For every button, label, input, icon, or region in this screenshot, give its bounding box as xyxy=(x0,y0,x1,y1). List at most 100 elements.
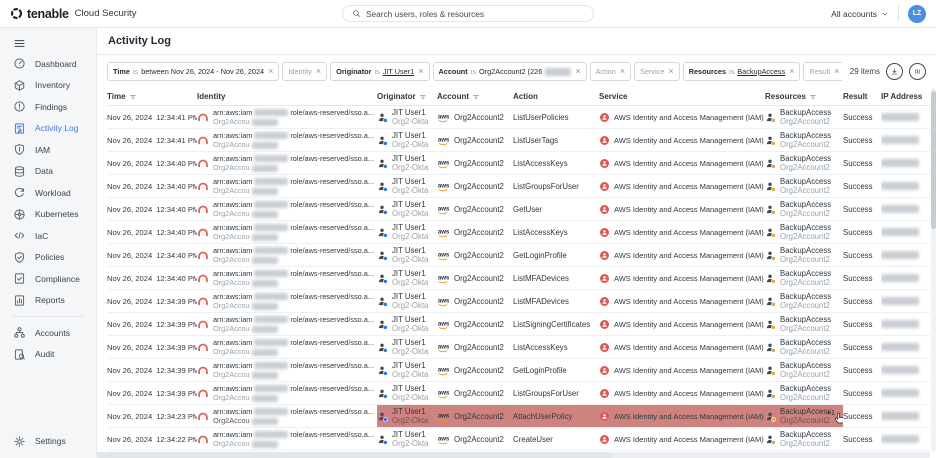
sidebar-item-compliance[interactable]: Compliance xyxy=(0,268,96,290)
table-row[interactable]: Nov 26, 2024 12:34:23 PM arn:aws:iam role… xyxy=(107,405,930,428)
filter-chip-resources[interactable]: Resources is BackupAccess × xyxy=(682,62,801,81)
sidebar-item-inventory[interactable]: Inventory xyxy=(0,75,96,97)
originator-user-icon xyxy=(377,250,388,261)
table-row[interactable]: Nov 26, 2024 12:34:40 PM arn:aws:iam role… xyxy=(107,244,930,267)
download-button[interactable] xyxy=(886,63,903,80)
column-header-action[interactable]: Action xyxy=(513,92,599,101)
sidebar-item-iam[interactable]: IAM xyxy=(0,139,96,161)
column-header-account[interactable]: Account xyxy=(437,92,513,101)
originator-user-icon xyxy=(377,112,388,123)
sidebar-item-data[interactable]: Data xyxy=(0,161,96,183)
filter-chip-account[interactable]: Account is Org2Account2 (226 × xyxy=(432,62,587,81)
sidebar-item-accounts[interactable]: Accounts xyxy=(0,322,96,344)
filter-chip-result[interactable]: Result × xyxy=(803,62,842,81)
horizontal-scrollbar[interactable] xyxy=(97,452,930,458)
table-row[interactable]: Nov 26, 2024 12:34:39 PM arn:aws:iam role… xyxy=(107,336,930,359)
resource-user-icon xyxy=(765,319,776,330)
sidebar-item-reports[interactable]: Reports xyxy=(0,290,96,312)
filter-icon[interactable] xyxy=(472,93,480,101)
filter-chip-service[interactable]: Service × xyxy=(634,62,680,81)
column-header-ip-address[interactable]: IP Address xyxy=(881,92,930,101)
event-time: 12:34:39 PM xyxy=(156,365,197,375)
global-search[interactable] xyxy=(342,5,594,22)
sidebar-item-kubernetes[interactable]: Kubernetes xyxy=(0,204,96,226)
aws-icon: aws xyxy=(437,112,450,123)
table-row[interactable]: Nov 26, 2024 12:34:40 PM arn:aws:iam role… xyxy=(107,267,930,290)
table-row[interactable]: Nov 26, 2024 12:34:22 PM arn:aws:iam role… xyxy=(107,428,930,451)
redacted-text xyxy=(251,348,278,356)
table-row[interactable]: Nov 26, 2024 12:34:40 PM arn:aws:iam role… xyxy=(107,198,930,221)
chip-label: Time xyxy=(113,67,130,76)
ip-cell xyxy=(881,129,930,151)
table-row[interactable]: Nov 26, 2024 12:34:39 PM arn:aws:iam role… xyxy=(107,313,930,336)
sidebar-item-policies[interactable]: Policies xyxy=(0,247,96,269)
sidebar-item-label: Settings xyxy=(35,436,66,447)
chip-close-icon[interactable]: × xyxy=(668,67,673,76)
sidebar-item-findings[interactable]: Findings xyxy=(0,96,96,118)
chip-close-icon[interactable]: × xyxy=(316,67,321,76)
table-row[interactable]: Nov 26, 2024 12:34:39 PM arn:aws:iam role… xyxy=(107,382,930,405)
table-row[interactable]: Nov 26, 2024 12:34:40 PM arn:aws:iam role… xyxy=(107,221,930,244)
originator-user-icon xyxy=(377,411,388,422)
vertical-scrollbar-thumb[interactable] xyxy=(931,91,936,229)
originator-user-icon xyxy=(377,135,388,146)
sidebar-item-workload[interactable]: Workload xyxy=(0,182,96,204)
redacted-text xyxy=(254,339,289,347)
filter-icon[interactable] xyxy=(129,93,137,101)
sidebar-item-settings[interactable]: Settings xyxy=(0,431,96,453)
filter-icon[interactable] xyxy=(809,93,817,101)
table-row[interactable]: Nov 26, 2024 12:34:40 PM arn:aws:iam role… xyxy=(107,175,930,198)
column-header-resources[interactable]: Resources xyxy=(765,92,843,101)
filter-chip-action[interactable]: Action × xyxy=(589,62,632,81)
ip-cell xyxy=(881,106,930,128)
action-name: ListAccessKeys xyxy=(513,342,568,352)
sidebar-item-activity-log[interactable]: Activity Log xyxy=(0,118,96,140)
sidebar-item-iac[interactable]: IaC xyxy=(0,225,96,247)
column-header-time[interactable]: Time xyxy=(107,92,197,101)
column-header-result[interactable]: Result xyxy=(843,92,881,101)
iam-service-icon xyxy=(599,388,610,399)
ip-cell xyxy=(881,175,930,197)
table-row[interactable]: Nov 26, 2024 12:34:39 PM arn:aws:iam role… xyxy=(107,290,930,313)
avatar[interactable]: LZ xyxy=(908,4,926,23)
chip-close-icon[interactable]: × xyxy=(620,67,625,76)
horizontal-scrollbar-thumb[interactable] xyxy=(97,452,614,458)
action-cell: ListAccessKeys xyxy=(513,221,599,243)
chip-close-icon[interactable]: × xyxy=(575,67,580,76)
time-cell: Nov 26, 2024 12:34:40 PM xyxy=(107,175,197,197)
event-time: 12:34:39 PM xyxy=(156,296,197,306)
time-cell: Nov 26, 2024 12:34:23 PM xyxy=(107,405,197,427)
role-icon xyxy=(197,227,209,237)
sidebar-collapse-button[interactable] xyxy=(0,33,96,53)
redacted-text xyxy=(251,141,278,149)
table-row[interactable]: Nov 26, 2024 12:34:40 PM arn:aws:iam role… xyxy=(107,152,930,175)
accounts-selector[interactable]: All accounts xyxy=(831,9,889,19)
chip-close-icon[interactable]: × xyxy=(789,67,794,76)
table-row[interactable]: Nov 26, 2024 12:34:41 PM arn:aws:iam role… xyxy=(107,129,930,152)
chip-close-icon[interactable]: × xyxy=(834,67,839,76)
column-header-service[interactable]: Service xyxy=(599,92,765,101)
column-label: Time xyxy=(107,92,126,101)
columns-button[interactable] xyxy=(909,63,926,80)
vertical-scrollbar[interactable] xyxy=(931,88,936,452)
chip-close-icon[interactable]: × xyxy=(268,67,273,76)
chip-value: JIT User1 xyxy=(382,67,415,76)
result-cell: Success xyxy=(843,181,873,191)
filter-icon[interactable] xyxy=(419,93,427,101)
column-header-identity[interactable]: Identity xyxy=(197,92,377,101)
chip-close-icon[interactable]: × xyxy=(418,67,423,76)
column-header-originator[interactable]: Originator xyxy=(377,92,437,101)
table-row[interactable]: Nov 26, 2024 12:34:39 PM arn:aws:iam role… xyxy=(107,359,930,382)
search-input[interactable] xyxy=(366,8,584,19)
filter-chip-originator[interactable]: Originator is JIT User1 × xyxy=(330,62,430,81)
sidebar-item-dashboard[interactable]: Dashboard xyxy=(0,53,96,75)
role-icon xyxy=(197,411,209,421)
chip-label: Account xyxy=(438,67,468,76)
sidebar-item-audit[interactable]: Audit xyxy=(0,344,96,366)
table-row[interactable]: Nov 26, 2024 12:34:41 PM arn:aws:iam role… xyxy=(107,106,930,129)
resources-cell: BackupAccess Org2Account2 xyxy=(765,313,843,335)
event-date: Nov 26, 2024 xyxy=(107,365,153,375)
aws-icon: aws xyxy=(437,434,450,445)
filter-chip-time[interactable]: Time is between Nov 26, 2024 - Nov 26, 2… xyxy=(107,62,280,81)
filter-chip-identity[interactable]: Identity × xyxy=(282,62,328,81)
